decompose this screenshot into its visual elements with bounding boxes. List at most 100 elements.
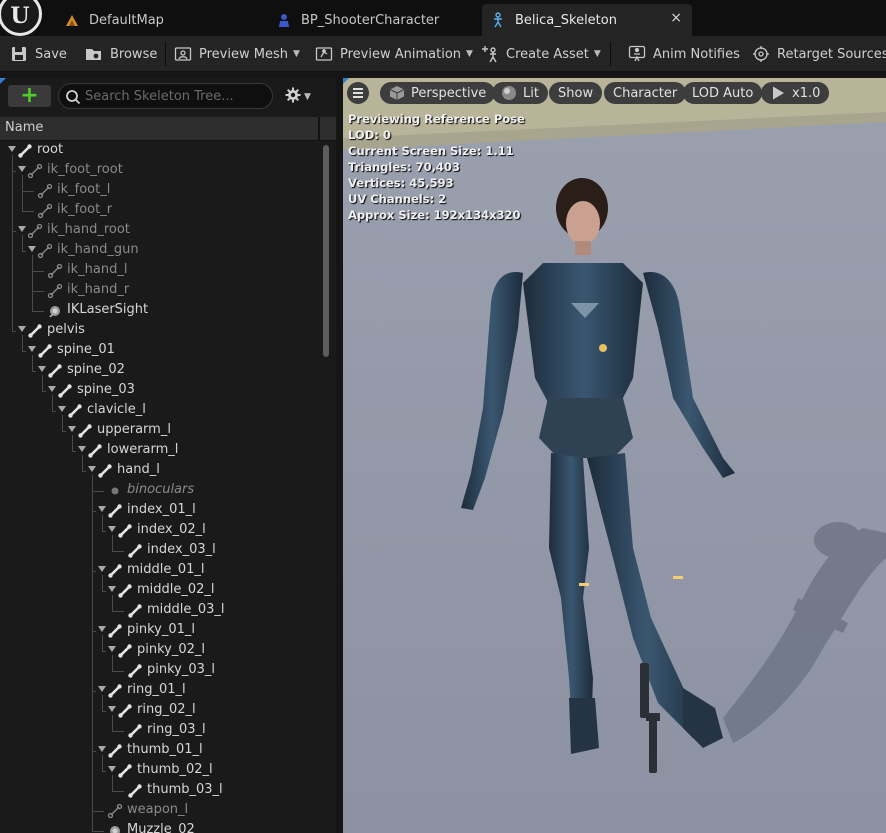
bone-row[interactable]: ik_foot_root	[0, 161, 320, 181]
play-rate-button[interactable]: x1.0	[761, 82, 830, 104]
bone-row[interactable]: pinky_02_l	[0, 641, 205, 658]
map-icon	[64, 12, 80, 28]
save-button[interactable]: Save	[10, 36, 67, 72]
expand-arrow-icon[interactable]	[18, 226, 26, 232]
tree-connector	[82, 471, 86, 472]
panel-accent	[0, 78, 6, 84]
bone-row[interactable]: hand_l	[0, 461, 160, 478]
bone-row[interactable]: ik_hand_r	[0, 281, 320, 301]
bone-row[interactable]: thumb_03_l	[0, 781, 223, 798]
bone-row[interactable]: ik_hand_gun	[0, 241, 320, 261]
bone-row[interactable]: middle_02_l	[0, 581, 215, 598]
tree-scrollbar[interactable]	[323, 145, 329, 357]
preview-animation-button[interactable]: Preview Animation ▼	[315, 36, 473, 72]
bone-icon	[27, 223, 43, 239]
expand-arrow-icon[interactable]	[108, 586, 116, 592]
add-button[interactable]: +	[8, 85, 51, 107]
bone-row[interactable]: clavicle_l	[0, 401, 146, 418]
tree-guide-line	[42, 375, 43, 391]
bone-label: spine_02	[67, 362, 125, 377]
perspective-button[interactable]: Perspective	[380, 82, 496, 104]
expand-arrow-icon[interactable]	[48, 386, 56, 392]
bone-row[interactable]: ik_foot_l	[0, 181, 320, 201]
column-divider[interactable]	[318, 117, 320, 141]
bone-row[interactable]: spine_03	[0, 381, 135, 398]
expand-arrow-icon[interactable]	[98, 746, 106, 752]
tab-bp-shootercharacter[interactable]: BP_ShooterCharacter	[276, 4, 476, 36]
bone-row[interactable]: pinky_01_l	[0, 621, 195, 638]
tab-belica-skeleton[interactable]: Belica_Skeleton ×	[482, 4, 692, 36]
bone-row[interactable]: ring_01_l	[0, 681, 186, 698]
bone-row[interactable]: IKLaserSight	[0, 301, 320, 321]
expand-arrow-icon[interactable]	[38, 366, 46, 372]
bone-row[interactable]: Muzzle_02	[0, 821, 320, 833]
expand-arrow-icon[interactable]	[98, 626, 106, 632]
retarget-sources-button[interactable]: Retarget Sources	[752, 36, 886, 72]
expand-arrow-icon[interactable]	[8, 146, 16, 152]
expand-arrow-icon[interactable]	[78, 446, 86, 452]
search-input[interactable]	[85, 87, 267, 105]
expand-arrow-icon[interactable]	[58, 406, 66, 412]
bone-label: pelvis	[47, 322, 85, 337]
bone-row[interactable]: ik_hand_l	[0, 261, 320, 281]
bone-row[interactable]: index_01_l	[0, 501, 196, 518]
expand-arrow-icon[interactable]	[18, 326, 26, 332]
bone-row[interactable]: index_02_l	[0, 521, 206, 538]
close-tab-button[interactable]: ×	[670, 10, 682, 26]
tree-settings-button[interactable]: ▼	[285, 87, 311, 107]
create-asset-button[interactable]: Create Asset ▼	[481, 36, 601, 72]
bone-row[interactable]: middle_01_l	[0, 561, 205, 578]
bone-row[interactable]: upperarm_l	[0, 421, 171, 438]
tab-defaultmap[interactable]: DefaultMap	[64, 4, 264, 36]
bone-row[interactable]: weapon_l	[0, 801, 320, 821]
expand-arrow-icon[interactable]	[18, 166, 26, 172]
tree-connector	[102, 651, 106, 652]
expand-arrow-icon[interactable]	[28, 246, 36, 252]
bone-row[interactable]: spine_01	[0, 341, 115, 358]
tree-connector	[32, 291, 44, 292]
bone-row[interactable]: ik_hand_root	[0, 221, 320, 241]
tree-guide-line	[22, 235, 23, 251]
bone-row[interactable]: binoculars	[0, 481, 320, 501]
bone-row[interactable]: ring_03_l	[0, 721, 206, 738]
bone-row[interactable]: ik_foot_r	[0, 201, 320, 221]
expand-arrow-icon[interactable]	[98, 686, 106, 692]
bone-label: index_01_l	[127, 502, 196, 517]
bone-label: middle_03_l	[147, 602, 225, 617]
unreal-logo-icon[interactable]: U	[0, 0, 42, 36]
expand-arrow-icon[interactable]	[88, 466, 96, 472]
show-button[interactable]: Show	[549, 82, 603, 104]
expand-arrow-icon[interactable]	[28, 346, 36, 352]
bone-row[interactable]: middle_03_l	[0, 601, 225, 618]
lit-button[interactable]: Lit	[492, 82, 548, 104]
expand-arrow-icon[interactable]	[108, 766, 116, 772]
bone-label: ik_hand_r	[67, 282, 130, 297]
expand-arrow-icon[interactable]	[108, 526, 116, 532]
browse-button[interactable]: Browse	[85, 36, 157, 72]
lod-button[interactable]: LOD Auto	[683, 82, 763, 104]
preview-viewport[interactable]: Perspective Lit Show Character LOD Auto …	[343, 78, 886, 833]
preview-mesh-button[interactable]: Preview Mesh ▼	[174, 36, 300, 72]
character-button[interactable]: Character	[604, 82, 687, 104]
column-header[interactable]: Name	[0, 117, 336, 141]
bone-row[interactable]: root	[0, 141, 63, 158]
bone-icon	[107, 743, 123, 759]
expand-arrow-icon[interactable]	[108, 706, 116, 712]
bone-row[interactable]: index_03_l	[0, 541, 216, 558]
expand-arrow-icon[interactable]	[98, 506, 106, 512]
tree-guide-line	[102, 575, 103, 591]
bone-row[interactable]: pelvis	[0, 321, 85, 338]
expand-arrow-icon[interactable]	[68, 426, 76, 432]
anim-notifies-button[interactable]: Anim Notifies	[628, 36, 740, 72]
bone-row[interactable]: thumb_01_l	[0, 741, 203, 758]
bone-row[interactable]: pinky_03_l	[0, 661, 215, 678]
bone-icon	[127, 603, 143, 619]
expand-arrow-icon[interactable]	[108, 646, 116, 652]
bone-row[interactable]: ring_02_l	[0, 701, 196, 718]
expand-arrow-icon[interactable]	[98, 566, 106, 572]
viewport-menu-button[interactable]	[347, 82, 369, 104]
bone-row[interactable]: lowerarm_l	[0, 441, 178, 458]
bone-row[interactable]: thumb_02_l	[0, 761, 213, 778]
gear-icon	[285, 87, 301, 107]
bone-row[interactable]: spine_02	[0, 361, 125, 378]
